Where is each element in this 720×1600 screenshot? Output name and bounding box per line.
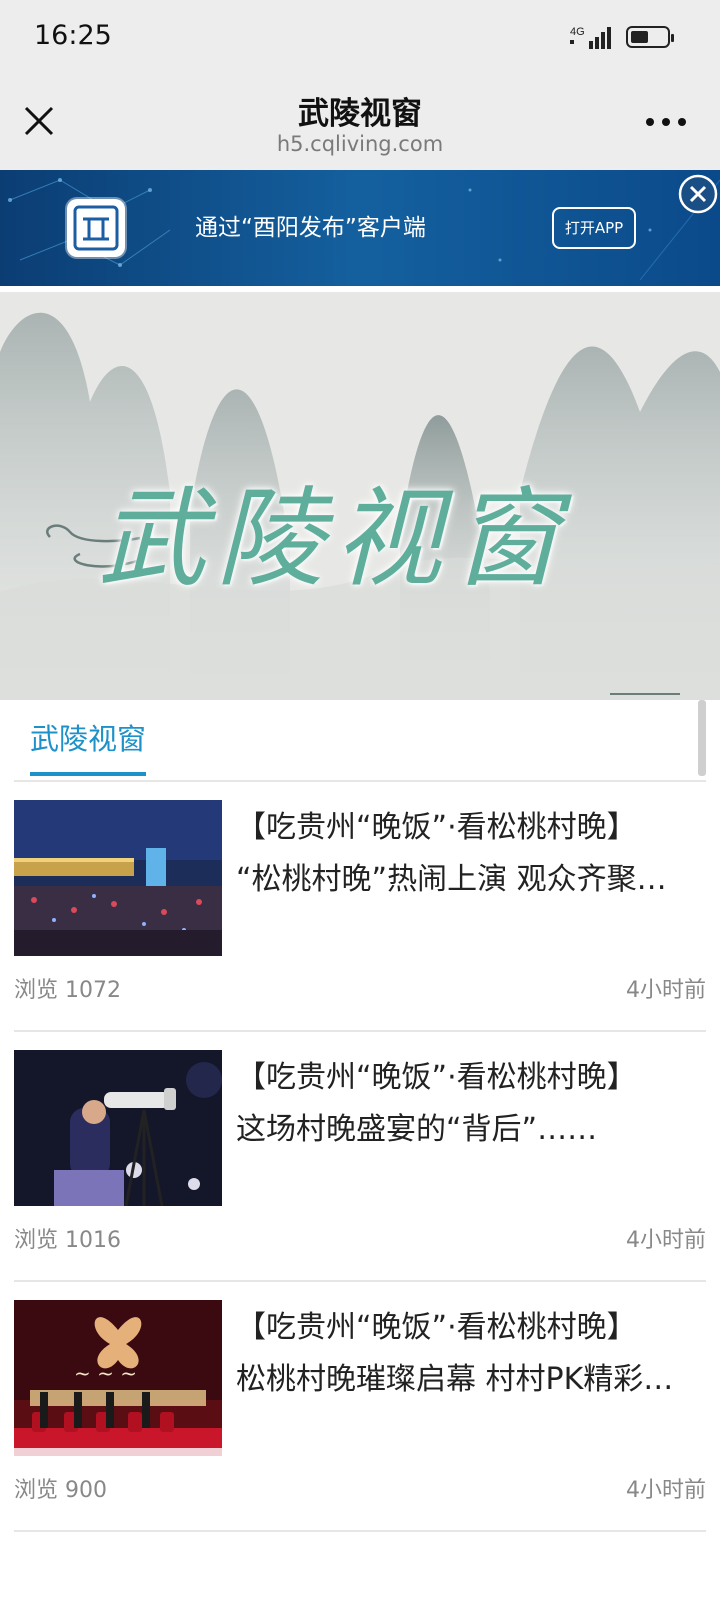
- hero-banner-image: 武陵视窗: [0, 292, 720, 700]
- battery-icon: [626, 26, 674, 48]
- publish-time: 4小时前: [626, 1478, 706, 1503]
- article-thumbnail: [14, 1050, 222, 1206]
- publish-time: 4小时前: [626, 978, 706, 1003]
- view-count: 浏览 1016: [14, 1228, 121, 1253]
- article-title-line: 【吃贵州“晚饭”·看松桃村晚】: [236, 810, 637, 845]
- article-list-item[interactable]: ~ ~ ~ 【吃贵州“晚饭”·看松桃村晚】 松桃村晚璀璨启幕 村村PK精彩… 浏…: [14, 1280, 706, 1532]
- app-banner-text: 通过“酉阳发布”客户端: [195, 215, 426, 241]
- hero-title: 武陵视窗: [98, 477, 571, 602]
- publish-time: 4小时前: [626, 1228, 706, 1253]
- article-list-item[interactable]: 【吃贵州“晚饭”·看松桃村晚】 “松桃村晚”热闹上演 观众齐聚… 浏览 1072…: [14, 780, 706, 1032]
- article-title-line: 【吃贵州“晚饭”·看松桃村晚】: [236, 1310, 637, 1345]
- svg-text:~ ~ ~: ~ ~ ~: [74, 1361, 137, 1385]
- view-count: 浏览 900: [14, 1478, 107, 1503]
- scrollbar[interactable]: [698, 700, 706, 776]
- app-download-banner[interactable]: 通过“酉阳发布”客户端 打开APP: [0, 170, 720, 286]
- article-title: 【吃贵州“晚饭”·看松桃村晚】 “松桃村晚”热闹上演 观众齐聚…: [236, 802, 706, 906]
- article-thumbnail: [14, 800, 222, 956]
- status-bar: 16:25 4G: [0, 0, 720, 78]
- open-app-button[interactable]: 打开APP: [552, 207, 636, 249]
- app-logo-icon: [67, 199, 125, 257]
- page-url: h5.cqliving.com: [276, 132, 444, 156]
- status-time: 16:25: [34, 20, 112, 51]
- article-title-line: “松桃村晚”热闹上演 观众齐聚…: [236, 862, 667, 897]
- banner-close-icon[interactable]: [678, 174, 718, 214]
- article-title-line: 松桃村晚璀璨启幕 村村PK精彩…: [236, 1362, 674, 1397]
- article-title: 【吃贵州“晚饭”·看松桃村晚】 这场村晚盛宴的“背后”……: [236, 1052, 706, 1156]
- more-icon[interactable]: [644, 108, 688, 136]
- article-title-line: 【吃贵州“晚饭”·看松桃村晚】: [236, 1060, 637, 1095]
- signal-icon: 4G: [570, 26, 611, 49]
- page-title: 武陵视窗: [298, 96, 422, 132]
- tab-wuling-shichuang[interactable]: 武陵视窗: [30, 716, 147, 776]
- view-count: 浏览 1072: [14, 978, 121, 1003]
- article-list-item[interactable]: 【吃贵州“晚饭”·看松桃村晚】 这场村晚盛宴的“背后”…… 浏览 1016 4小…: [14, 1030, 706, 1282]
- browser-nav-bar: 武陵视窗 h5.cqliving.com: [0, 78, 720, 170]
- article-title: 【吃贵州“晚饭”·看松桃村晚】 松桃村晚璀璨启幕 村村PK精彩…: [236, 1302, 706, 1406]
- tab-bar: 武陵视窗: [14, 700, 706, 782]
- network-type: 4G: [570, 26, 585, 38]
- article-title-line: 这场村晚盛宴的“背后”……: [236, 1112, 598, 1147]
- article-thumbnail: ~ ~ ~: [14, 1300, 222, 1456]
